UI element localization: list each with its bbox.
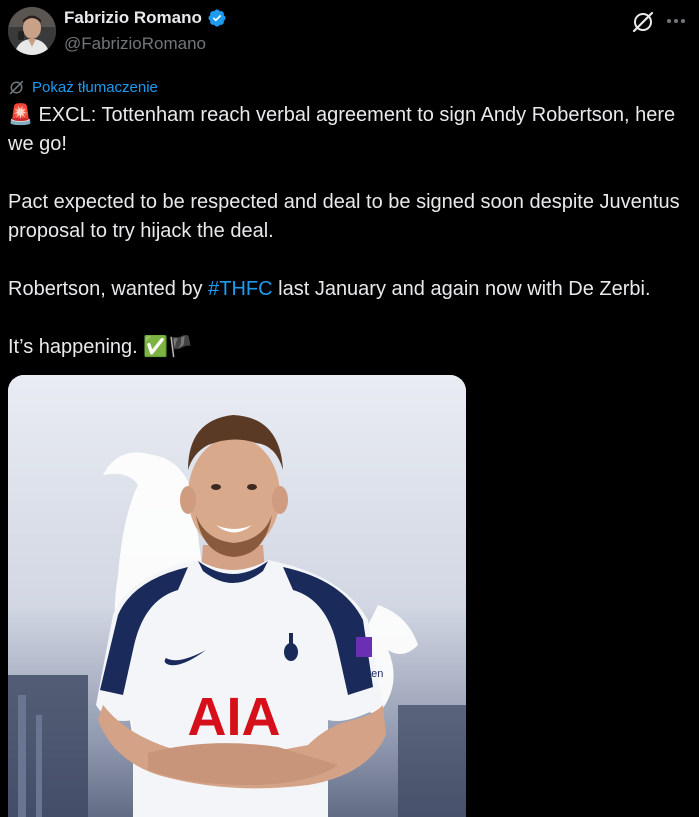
grok-translate-icon xyxy=(9,80,24,95)
tweet-paragraph-3: Robertson, wanted by #THFC last January … xyxy=(8,275,693,304)
verified-badge-icon xyxy=(208,9,226,27)
shirt-sponsor-text: AIA xyxy=(188,687,281,747)
grok-icon[interactable] xyxy=(630,9,656,35)
author-handle[interactable]: @FabrizioRomano xyxy=(64,34,206,54)
author-name-row: Fabrizio Romano xyxy=(64,8,227,28)
author-display-name[interactable]: Fabrizio Romano xyxy=(64,8,202,28)
tweet-paragraph-1: 🚨 EXCL: Tottenham reach verbal agreement… xyxy=(8,101,693,159)
more-options-icon[interactable] xyxy=(664,11,688,31)
tweet-media-image[interactable]: AIA Kraken xyxy=(8,375,466,817)
tweet-paragraph-4: It’s happening. ✅🏴 xyxy=(8,333,693,362)
tweet-paragraph-3-end: last January and again now with De Zerbi… xyxy=(272,278,651,300)
check-mark-emoji: ✅ xyxy=(143,336,169,358)
sleeve-sponsor-text: Kraken xyxy=(349,668,384,680)
tweet-paragraph-4-text: It’s happening. xyxy=(8,336,144,358)
avatar[interactable] xyxy=(8,7,56,55)
tweet-card: Fabrizio Romano @FabrizioRomano Pokaż tł… xyxy=(0,0,699,817)
tweet-text: 🚨 EXCL: Tottenham reach verbal agreement… xyxy=(8,101,693,362)
show-translation-link[interactable]: Pokaż tłumaczenie xyxy=(8,79,158,96)
show-translation-label[interactable]: Pokaż tłumaczenie xyxy=(32,79,158,96)
tweet-paragraph-3-start: Robertson, wanted by xyxy=(8,278,209,300)
siren-emoji: 🚨 xyxy=(8,104,33,126)
tweet-line-1: EXCL: Tottenham reach verbal agreement t… xyxy=(8,104,676,155)
tweet-paragraph-2: Pact expected to be respected and deal t… xyxy=(8,191,680,242)
hashtag-thfc-link[interactable]: #THFC xyxy=(208,278,272,300)
player-photo-illustration: AIA Kraken xyxy=(8,375,466,817)
avatar-image xyxy=(8,7,56,55)
scotland-flag-emoji: 🏴 xyxy=(168,336,194,358)
